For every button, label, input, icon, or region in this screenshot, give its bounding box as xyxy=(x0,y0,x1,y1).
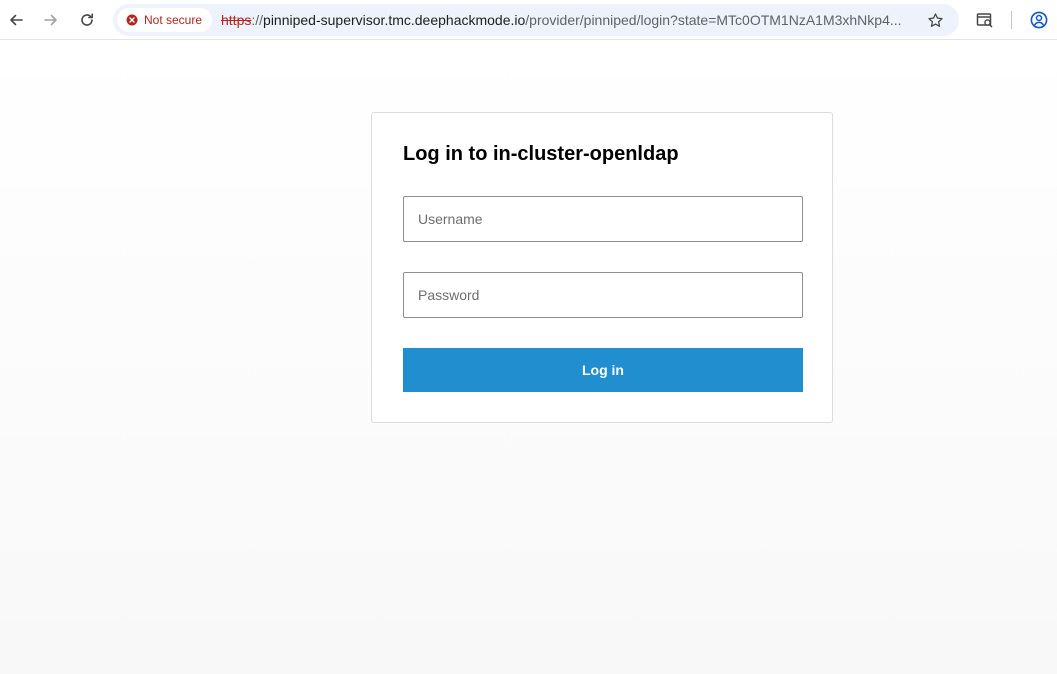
star-icon xyxy=(927,12,943,27)
username-input[interactable] xyxy=(403,196,803,242)
url-host: pinniped-supervisor.tmc.deephackmode.io xyxy=(263,12,526,28)
tab-search-button[interactable] xyxy=(971,6,999,34)
login-button[interactable]: Log in xyxy=(403,348,803,392)
url-text[interactable]: https://pinniped-supervisor.tmc.deephack… xyxy=(221,4,911,36)
page-body: Log in to in-cluster-openldap Log in xyxy=(0,41,1057,674)
address-bar[interactable]: Not secure https://pinniped-supervisor.t… xyxy=(113,4,959,36)
reload-icon xyxy=(81,13,93,26)
reload-button[interactable] xyxy=(73,6,101,34)
login-card: Log in to in-cluster-openldap Log in xyxy=(371,112,833,423)
url-separator: :// xyxy=(251,12,264,28)
login-title: Log in to in-cluster-openldap xyxy=(403,143,679,165)
window-search-icon xyxy=(976,13,993,28)
browser-toolbar: Not secure https://pinniped-supervisor.t… xyxy=(0,0,1057,40)
arrow-left-icon xyxy=(10,14,23,26)
account-circle-icon xyxy=(1030,11,1048,29)
warning-circle-icon xyxy=(126,14,138,26)
security-chip-label: Not secure xyxy=(144,13,203,27)
url-path: /provider/pinniped/login?state=MTc0OTM1N… xyxy=(525,12,902,28)
arrow-right-icon xyxy=(44,14,57,26)
back-button[interactable] xyxy=(2,6,30,34)
security-chip[interactable]: Not secure xyxy=(117,8,213,32)
profile-button[interactable] xyxy=(1025,6,1053,34)
password-input[interactable] xyxy=(403,272,803,318)
bookmark-button[interactable] xyxy=(921,6,949,34)
toolbar-divider xyxy=(1011,11,1012,29)
url-scheme: https xyxy=(221,12,252,28)
forward-button[interactable] xyxy=(37,6,65,34)
